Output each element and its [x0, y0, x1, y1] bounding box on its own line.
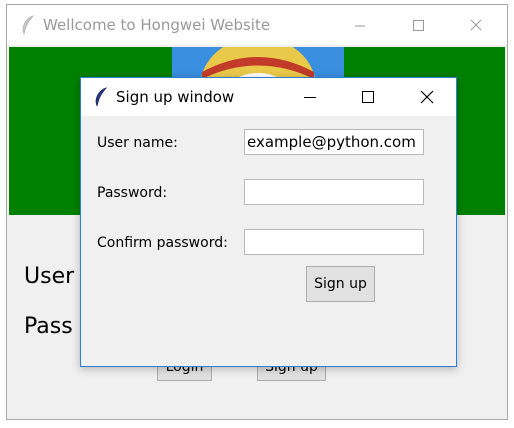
- dialog-close-button[interactable]: [397, 78, 456, 116]
- dialog-password-input[interactable]: [244, 179, 424, 205]
- dialog-confirm-password-input[interactable]: [244, 229, 424, 255]
- minimize-icon: [355, 25, 365, 27]
- signup-dialog: Sign up window User name: Password: Conf…: [80, 77, 457, 367]
- feather-icon: [94, 87, 108, 111]
- main-minimize-button[interactable]: [337, 5, 383, 45]
- username-label: User: [24, 264, 75, 289]
- feather-icon: [21, 15, 35, 39]
- main-titlebar[interactable]: Wellcome to Hongwei Website: [7, 5, 507, 45]
- main-maximize-button[interactable]: [395, 5, 441, 45]
- password-label: Pass: [24, 314, 73, 339]
- dialog-titlebar[interactable]: Sign up window: [81, 78, 456, 116]
- dialog-username-input[interactable]: [244, 129, 424, 155]
- dialog-confirm-password-label: Confirm password:: [97, 235, 228, 251]
- main-close-button[interactable]: [453, 5, 499, 45]
- main-window-title: Wellcome to Hongwei Website: [43, 16, 271, 34]
- dialog-maximize-button[interactable]: [339, 78, 397, 116]
- maximize-icon: [413, 20, 424, 31]
- close-icon: [420, 90, 434, 104]
- close-icon: [470, 19, 482, 31]
- dialog-username-label: User name:: [97, 135, 178, 151]
- dialog-title: Sign up window: [116, 88, 235, 106]
- maximize-icon: [362, 91, 374, 103]
- minimize-icon: [304, 97, 316, 98]
- dialog-password-label: Password:: [97, 185, 168, 201]
- dialog-signup-button[interactable]: Sign up: [306, 266, 375, 302]
- dialog-minimize-button[interactable]: [281, 78, 339, 116]
